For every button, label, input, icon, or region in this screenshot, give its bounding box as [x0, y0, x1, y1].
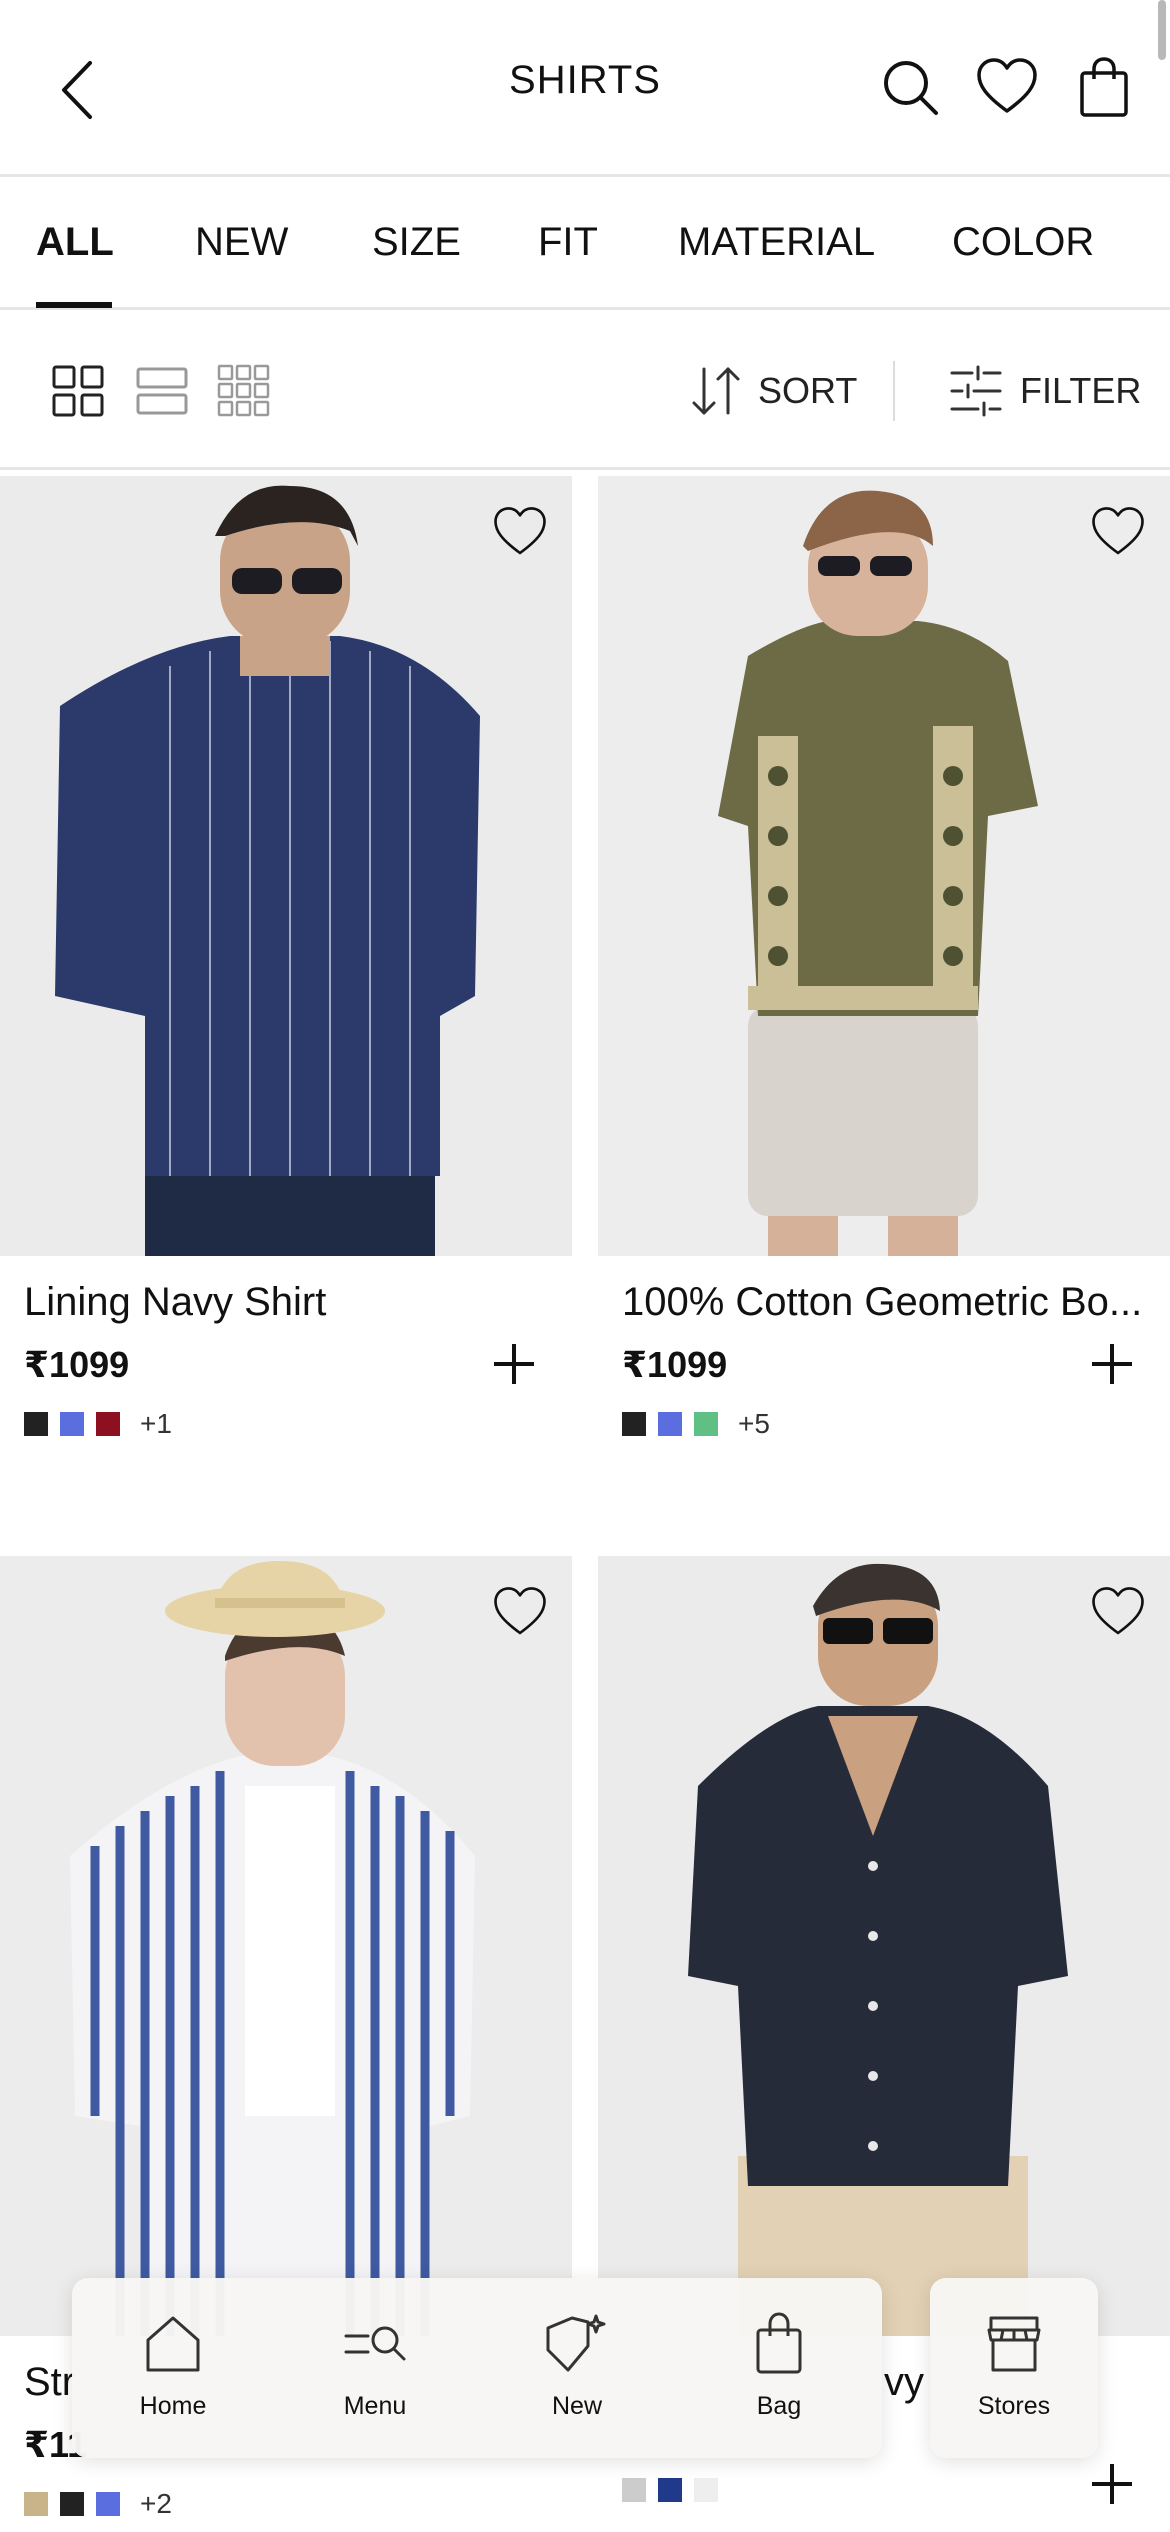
- home-icon: [146, 2316, 200, 2372]
- toolbar-divider: [893, 361, 895, 421]
- color-swatch[interactable]: [60, 2492, 84, 2516]
- sort-arrows-icon: [692, 367, 740, 415]
- add-to-bag-button[interactable]: [1084, 1336, 1140, 1392]
- bag-icon: [756, 2312, 802, 2374]
- product-image[interactable]: [0, 1556, 572, 2336]
- color-swatch[interactable]: [24, 1412, 48, 1436]
- color-swatches: +2: [24, 2488, 172, 2520]
- tab-fit[interactable]: FIT: [538, 220, 598, 265]
- model-photo-striped-shirt: [0, 1556, 572, 2336]
- nav-menu[interactable]: Menu: [300, 2308, 450, 2421]
- active-tab-indicator: [36, 302, 112, 308]
- product-card[interactable]: Str ₹11 +2: [0, 1556, 572, 2519]
- search-button[interactable]: [878, 55, 942, 119]
- wishlist-button[interactable]: [975, 55, 1039, 119]
- add-to-wishlist-button[interactable]: [492, 1584, 548, 1640]
- nav-stores-label: Stores: [977, 2392, 1051, 2420]
- filter-label: FILTER: [1020, 370, 1142, 411]
- add-to-wishlist-button[interactable]: [1090, 1584, 1146, 1640]
- tab-new[interactable]: NEW: [195, 220, 288, 265]
- color-swatch[interactable]: [658, 2478, 682, 2502]
- list-view-button[interactable]: [134, 363, 190, 419]
- add-to-wishlist-button[interactable]: [492, 504, 548, 560]
- top-header: SHIRTS: [0, 0, 1170, 177]
- heart-icon: [1092, 1587, 1144, 1635]
- product-image[interactable]: [598, 1556, 1170, 2336]
- nav-bag-label: Bag: [756, 2392, 802, 2420]
- filter-sliders-icon: [950, 365, 1002, 417]
- tab-material[interactable]: MATERIAL: [678, 220, 875, 265]
- search-icon: [884, 61, 938, 115]
- add-to-bag-button[interactable]: [1084, 2456, 1140, 2512]
- listing-toolbar: SORT FILTER: [0, 313, 1170, 470]
- grid-2x2-view-button[interactable]: [50, 363, 106, 419]
- color-swatches: +5: [622, 1408, 770, 1440]
- tab-color[interactable]: COLOR: [952, 220, 1094, 265]
- product-card[interactable]: 100% Cotton Geometric Bo... ₹1099 +5: [598, 476, 1170, 1439]
- plus-icon: [494, 1344, 534, 1384]
- product-image[interactable]: [598, 476, 1170, 1256]
- model-photo-dark-shirt: [598, 1556, 1170, 2336]
- new-tag-icon: [546, 2314, 606, 2372]
- color-swatch[interactable]: [24, 2492, 48, 2516]
- heart-icon: [494, 1587, 546, 1635]
- cart-button[interactable]: [1072, 55, 1136, 119]
- heart-icon: [1092, 507, 1144, 555]
- chevron-left-icon: [62, 61, 92, 119]
- nav-new-label: New: [551, 2392, 602, 2420]
- nav-bag[interactable]: Bag: [704, 2308, 854, 2421]
- nav-home[interactable]: Home: [98, 2308, 248, 2421]
- color-swatch[interactable]: [60, 1412, 84, 1436]
- back-button[interactable]: [50, 55, 110, 125]
- color-swatch[interactable]: [622, 1412, 646, 1436]
- more-colors-count: +5: [738, 1408, 770, 1439]
- color-swatch[interactable]: [694, 2478, 718, 2502]
- product-card[interactable]: Lining Navy Shirt ₹1099 +1: [0, 476, 572, 1439]
- plus-icon: [1092, 1344, 1132, 1384]
- grid-3x3-view-button[interactable]: [216, 363, 272, 419]
- sort-button[interactable]: SORT: [688, 363, 857, 419]
- more-colors-count: +2: [140, 2488, 172, 2519]
- model-photo-geometric-shirt: [598, 476, 1170, 1256]
- store-icon: [987, 2316, 1041, 2372]
- product-price: ₹1099: [24, 1344, 130, 1385]
- add-to-bag-button[interactable]: [486, 1336, 542, 1392]
- nav-home-label: Home: [139, 2392, 207, 2420]
- product-price: ₹1099: [622, 1344, 728, 1385]
- color-swatch[interactable]: [96, 1412, 120, 1436]
- product-image[interactable]: [0, 476, 572, 1256]
- color-swatches: [622, 2478, 718, 2502]
- bottom-navigation: Home Menu New Bag: [72, 2278, 882, 2458]
- nav-stores[interactable]: Stores: [930, 2278, 1098, 2458]
- filter-button[interactable]: FILTER: [948, 363, 1141, 419]
- product-name[interactable]: 100% Cotton Geometric Bo...: [622, 1280, 1152, 1325]
- color-swatch[interactable]: [622, 2478, 646, 2502]
- plus-icon: [1092, 2464, 1132, 2504]
- add-to-wishlist-button[interactable]: [1090, 504, 1146, 560]
- sort-label: SORT: [758, 370, 858, 411]
- shopping-bag-icon: [1080, 57, 1128, 117]
- heart-icon: [494, 507, 546, 555]
- color-swatch[interactable]: [96, 2492, 120, 2516]
- heart-icon: [977, 58, 1037, 113]
- color-swatches: +1: [24, 1408, 172, 1440]
- menu-search-icon: [344, 2326, 406, 2361]
- tab-all[interactable]: ALL: [36, 220, 114, 265]
- grid-3x3-icon: [217, 364, 270, 417]
- model-photo-navy-shirt: [0, 476, 572, 1256]
- nav-new[interactable]: New: [502, 2308, 652, 2421]
- product-card[interactable]: vy: [598, 1556, 1170, 2504]
- product-name[interactable]: Lining Navy Shirt: [24, 1280, 554, 1325]
- tab-size[interactable]: SIZE: [372, 220, 461, 265]
- color-swatch[interactable]: [658, 1412, 682, 1436]
- filter-tabs: ALL NEW SIZE FIT MATERIAL COLOR: [0, 180, 1170, 310]
- nav-menu-label: Menu: [343, 2392, 407, 2420]
- list-view-icon: [136, 367, 188, 415]
- grid-2x2-icon: [52, 365, 104, 417]
- nav-stores-item[interactable]: Stores: [939, 2308, 1089, 2421]
- more-colors-count: +1: [140, 1408, 172, 1439]
- color-swatch[interactable]: [694, 1412, 718, 1436]
